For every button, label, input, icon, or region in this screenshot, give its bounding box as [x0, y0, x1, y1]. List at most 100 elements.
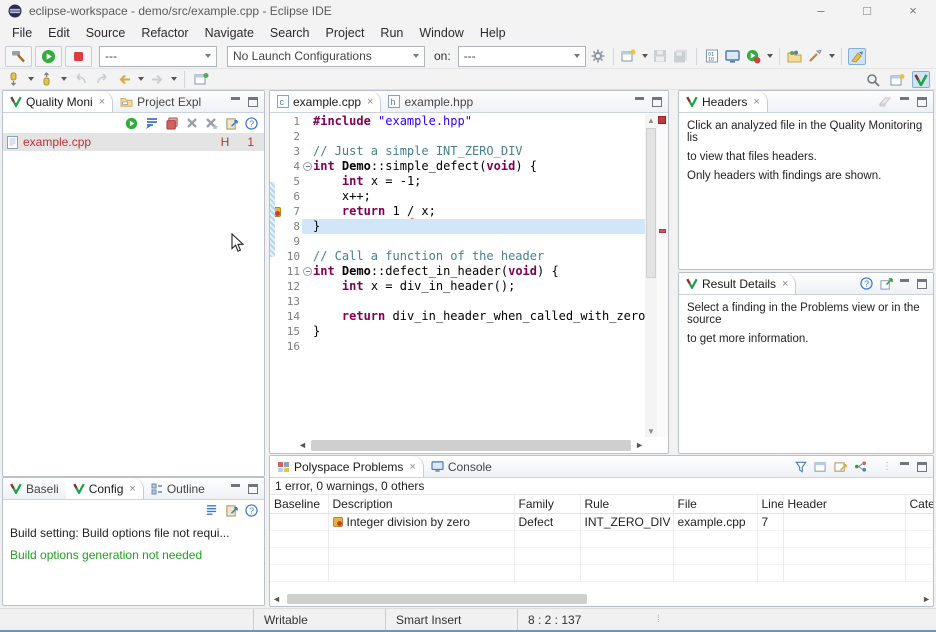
- code-line-1[interactable]: 1#include "example.hpp": [270, 114, 645, 129]
- tab-example-cpp[interactable]: c example.cpp ×: [270, 91, 381, 112]
- tab-result-details[interactable]: Result Details ×: [679, 273, 796, 294]
- menu-run[interactable]: Run: [372, 26, 411, 40]
- view-menu-icon[interactable]: ⋮: [882, 461, 893, 472]
- close-icon[interactable]: ×: [129, 483, 135, 495]
- back-nav-button[interactable]: [71, 71, 89, 88]
- code-editor[interactable]: 1#include "example.hpp"23// Just a simpl…: [270, 114, 645, 437]
- stop-button[interactable]: [65, 46, 92, 67]
- code-line-3[interactable]: 3// Just a simple INT_ZERO_DIV: [270, 144, 645, 159]
- tab-example-hpp[interactable]: h example.hpp: [381, 91, 480, 112]
- quality-file-row[interactable]: example.cpp H 1: [3, 133, 264, 151]
- show-options-icon[interactable]: [205, 504, 218, 517]
- launch-settings-gear-icon[interactable]: [589, 48, 607, 65]
- tab-console[interactable]: Console: [424, 456, 499, 477]
- menu-window[interactable]: Window: [411, 26, 471, 40]
- menu-source[interactable]: Source: [78, 26, 134, 40]
- clean-results-icon[interactable]: [166, 117, 179, 130]
- build-button[interactable]: [5, 46, 32, 67]
- menu-search[interactable]: Search: [262, 26, 318, 40]
- close-icon[interactable]: ×: [782, 278, 788, 290]
- remove-result-icon[interactable]: [186, 117, 198, 129]
- tab-config[interactable]: Config ×: [66, 478, 144, 499]
- code-line-8[interactable]: 8}: [270, 219, 645, 234]
- forward-nav-button[interactable]: [93, 71, 111, 88]
- code-line-10[interactable]: 10// Call a function of the header: [270, 249, 645, 264]
- run-history-dropdown[interactable]: [767, 54, 773, 58]
- minimize-view-icon[interactable]: [635, 97, 645, 106]
- tab-headers[interactable]: Headers ×: [679, 91, 768, 112]
- show-log-icon[interactable]: [145, 117, 159, 129]
- error-marker[interactable]: [659, 229, 666, 233]
- forward-history-dropdown[interactable]: [171, 77, 177, 81]
- back-history-dropdown[interactable]: [138, 77, 144, 81]
- back-history-button[interactable]: [115, 71, 133, 88]
- console-view-button[interactable]: [724, 48, 742, 65]
- code-line-6[interactable]: 6 x++;: [270, 189, 645, 204]
- save-all-button[interactable]: [672, 48, 690, 65]
- link-results-icon[interactable]: [854, 461, 867, 473]
- maximize-view-icon[interactable]: [248, 484, 258, 494]
- new-wizard-button[interactable]: [620, 48, 638, 65]
- close-icon[interactable]: ×: [409, 461, 415, 473]
- next-annotation-button[interactable]: [5, 71, 23, 88]
- minimize-view-icon[interactable]: [900, 97, 910, 106]
- next-annotation-dropdown[interactable]: [28, 77, 34, 81]
- editor-horizontal-scrollbar[interactable]: ◄ ►: [298, 438, 644, 452]
- close-icon[interactable]: ×: [367, 96, 373, 108]
- search-icon[interactable]: [864, 71, 882, 88]
- forward-history-button[interactable]: [148, 71, 166, 88]
- minimize-view-icon[interactable]: [900, 279, 910, 288]
- code-line-16[interactable]: 16: [270, 339, 645, 354]
- code-line-15[interactable]: 15}: [270, 324, 645, 339]
- run-analysis-icon[interactable]: [125, 117, 138, 130]
- fold-collapse-icon[interactable]: [302, 159, 313, 174]
- target-combo[interactable]: ---: [458, 46, 586, 67]
- code-line-14[interactable]: 14 return div_in_header_when_called_with…: [270, 309, 645, 324]
- menu-refactor[interactable]: Refactor: [133, 26, 196, 40]
- column-header-family[interactable]: Family: [514, 495, 580, 513]
- code-line-11[interactable]: 11int Demo::defect_in_header(void) {: [270, 264, 645, 279]
- perspective-grid-icon[interactable]: [888, 71, 906, 88]
- minimize-view-icon[interactable]: [231, 97, 241, 106]
- code-line-7[interactable]: 7 return 1 / x;: [270, 204, 645, 219]
- maximize-view-icon[interactable]: [917, 279, 927, 289]
- export-results-icon[interactable]: [225, 117, 238, 130]
- column-header-cate[interactable]: Cate: [905, 495, 934, 513]
- code-line-12[interactable]: 12 int x = div_in_header();: [270, 279, 645, 294]
- close-icon[interactable]: ×: [99, 96, 105, 108]
- menu-navigate[interactable]: Navigate: [197, 26, 262, 40]
- search-wand-button[interactable]: [807, 48, 825, 65]
- column-header-description[interactable]: Description: [328, 495, 514, 513]
- save-button[interactable]: [651, 48, 669, 65]
- marker-toggle-button[interactable]: [848, 48, 866, 65]
- fold-collapse-icon[interactable]: [302, 264, 313, 279]
- build-config-combo[interactable]: ---: [99, 46, 217, 67]
- menu-help[interactable]: Help: [472, 26, 514, 40]
- maximize-view-icon[interactable]: [652, 97, 662, 107]
- run-button[interactable]: [35, 46, 62, 67]
- help-icon[interactable]: ?: [245, 117, 258, 130]
- column-header-file[interactable]: File: [673, 495, 757, 513]
- window-close-button[interactable]: ×: [890, 0, 936, 22]
- open-perspective-button[interactable]: [192, 71, 210, 88]
- new-wizard-dropdown[interactable]: [642, 54, 648, 58]
- code-line-2[interactable]: 2: [270, 129, 645, 144]
- polyspace-perspective-button[interactable]: [912, 71, 930, 88]
- column-header-line[interactable]: Line: [757, 495, 783, 513]
- tab-baseline[interactable]: Baseli: [3, 478, 66, 499]
- binary-view-button[interactable]: 0110: [703, 48, 721, 65]
- remove-all-results-icon[interactable]: [205, 117, 218, 129]
- open-type-button[interactable]: [786, 48, 804, 65]
- problem-row[interactable]: Integer division by zeroDefectINT_ZERO_D…: [270, 513, 934, 530]
- minimize-view-icon[interactable]: [900, 462, 910, 471]
- tab-outline[interactable]: Outline: [144, 478, 212, 499]
- maximize-view-icon[interactable]: [248, 97, 258, 107]
- editor-vertical-scrollbar[interactable]: ▲ ▼: [645, 114, 657, 437]
- close-icon[interactable]: ×: [753, 96, 759, 108]
- search-wand-dropdown[interactable]: [829, 54, 835, 58]
- prev-annotation-dropdown[interactable]: [61, 77, 67, 81]
- filter-icon[interactable]: [795, 461, 807, 473]
- minimize-view-icon[interactable]: [231, 484, 241, 493]
- problems-horizontal-scrollbar[interactable]: ◄ ►: [272, 592, 931, 605]
- maximize-view-icon[interactable]: [917, 97, 927, 107]
